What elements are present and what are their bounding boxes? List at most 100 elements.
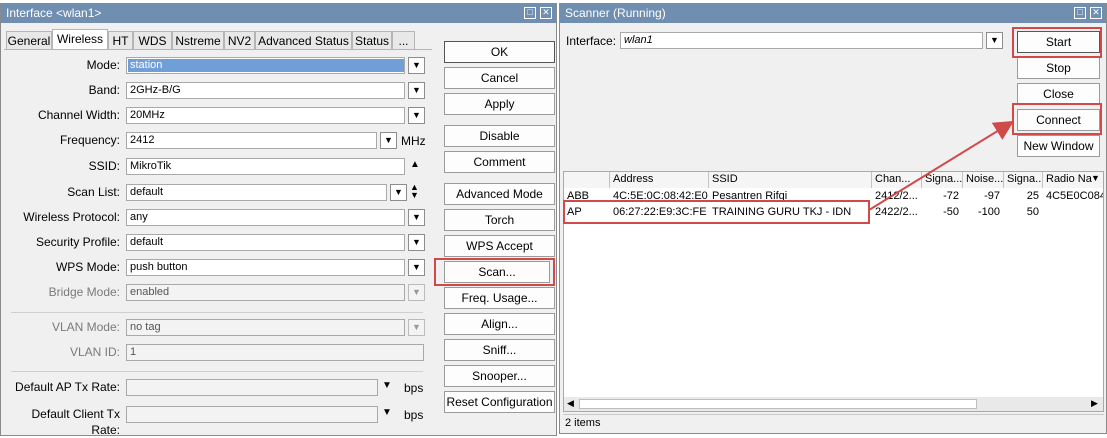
channel-width-dropdown-icon[interactable]: ▼ — [408, 107, 425, 124]
column-menu-icon[interactable]: ▼ — [1091, 173, 1100, 183]
cancel-button[interactable]: Cancel — [444, 67, 555, 89]
cell-signal: -72 — [943, 190, 959, 202]
close-icon[interactable]: ✕ — [1090, 7, 1102, 19]
band-select[interactable]: 2GHz-B/G — [126, 82, 405, 99]
scan-list-updown-icon[interactable]: ▲ ▼ — [410, 183, 419, 200]
frequency-select[interactable]: 2412 — [126, 132, 377, 149]
scroll-left-icon[interactable]: ◀ — [567, 398, 574, 409]
separator-1 — [11, 312, 423, 313]
wps-mode-dropdown-icon[interactable]: ▼ — [408, 259, 425, 276]
frequency-dropdown-icon[interactable]: ▼ — [380, 132, 397, 149]
tab-advanced-status[interactable]: Advanced Status — [255, 31, 352, 50]
vlan-id-input: 1 — [126, 344, 424, 361]
apply-button[interactable]: Apply — [444, 93, 555, 115]
scan-list-select[interactable]: default — [126, 184, 387, 201]
mode-select[interactable]: station — [126, 57, 405, 74]
scanner-window: Scanner (Running) □ ✕ Interface: wlan1 ▼… — [559, 3, 1107, 434]
security-profile-dropdown-icon[interactable]: ▼ — [408, 234, 425, 251]
channel-width-select[interactable]: 20MHz — [126, 107, 405, 124]
interface-select[interactable]: wlan1 — [620, 32, 983, 49]
tab-more[interactable]: ... — [392, 31, 415, 50]
scan-button-highlight — [434, 258, 555, 286]
interface-dropdown-icon[interactable]: ▼ — [986, 32, 1003, 49]
vlan-mode-label: VLAN Mode: — [51, 320, 120, 334]
scanner-window-titlebar[interactable]: Scanner (Running) □ ✕ — [560, 4, 1106, 23]
ok-button[interactable]: OK — [444, 41, 555, 63]
close-icon[interactable]: ✕ — [540, 7, 552, 19]
default-client-tx-rate-input[interactable] — [126, 406, 378, 423]
default-client-tx-rate-label: Default Client Tx Rate: — [31, 407, 120, 437]
frequency-unit: MHz — [401, 134, 426, 148]
tab-wds[interactable]: WDS — [133, 31, 172, 50]
band-dropdown-icon[interactable]: ▼ — [408, 82, 425, 99]
cell-noise: -97 — [984, 190, 1000, 202]
vlan-mode-select: no tag — [126, 319, 405, 336]
maximize-icon[interactable]: □ — [1074, 7, 1086, 19]
comment-button[interactable]: Comment — [444, 151, 555, 173]
tab-general[interactable]: General — [6, 31, 52, 50]
scan-list-dropdown-icon[interactable]: ▼ — [390, 184, 407, 201]
torch-button[interactable]: Torch — [444, 209, 555, 231]
wps-accept-button[interactable]: WPS Accept — [444, 235, 555, 257]
vlan-id-label: VLAN ID: — [69, 345, 120, 359]
cell-channel: 2422/2... — [875, 206, 918, 218]
column-header-signal[interactable]: Signa... — [922, 172, 963, 188]
freq-usage-button[interactable]: Freq. Usage... — [444, 287, 555, 309]
column-header-flags[interactable] — [564, 172, 610, 188]
column-header-snr[interactable]: Signa... — [1004, 172, 1043, 188]
security-profile-select[interactable]: default — [126, 234, 405, 251]
wireless-protocol-select[interactable]: any — [126, 209, 405, 226]
band-label: Band: — [88, 83, 120, 97]
cell-snr: 50 — [1026, 206, 1039, 218]
disable-button[interactable]: Disable — [444, 125, 555, 147]
mode-dropdown-icon[interactable]: ▼ — [408, 57, 425, 74]
tab-status[interactable]: Status — [352, 31, 392, 50]
reset-configuration-button[interactable]: Reset Configuration — [444, 391, 555, 413]
tab-nv2[interactable]: NV2 — [224, 31, 255, 50]
cell-channel: 2412/2... — [875, 190, 918, 202]
connected-row-highlight — [563, 200, 870, 224]
tab-nstreme[interactable]: Nstreme — [172, 31, 224, 50]
cell-radio-name — [1043, 205, 1103, 221]
horizontal-scrollbar[interactable]: ◀ ▶ — [564, 397, 1103, 411]
ssid-collapse-icon[interactable]: ▲ — [410, 159, 420, 170]
status-bar: 2 items — [563, 414, 1104, 431]
window-title: Scanner (Running) — [565, 6, 666, 20]
snooper-button[interactable]: Snooper... — [444, 365, 555, 387]
new-window-button[interactable]: New Window — [1017, 135, 1100, 157]
tab-wireless[interactable]: Wireless — [52, 29, 108, 50]
interface-window-titlebar[interactable]: Interface <wlan1> □ ✕ — [1, 4, 556, 23]
bridge-mode-select: enabled — [126, 284, 405, 301]
default-client-tx-rate-unit: bps — [404, 408, 424, 422]
scrollbar-thumb[interactable] — [579, 399, 977, 409]
default-ap-tx-rate-unit: bps — [404, 381, 424, 395]
wps-mode-select[interactable]: push button — [126, 259, 405, 276]
wireless-protocol-label: Wireless Protocol: — [23, 210, 120, 224]
stop-button[interactable]: Stop — [1017, 57, 1100, 79]
column-header-noise[interactable]: Noise... — [963, 172, 1004, 188]
column-header-ssid[interactable]: SSID — [709, 172, 872, 188]
default-ap-tx-rate-dropdown-icon[interactable]: ▼ — [382, 380, 392, 391]
cell-snr: 25 — [1026, 190, 1039, 202]
mode-label: Mode: — [86, 58, 120, 72]
column-header-channel[interactable]: Chan... — [872, 172, 922, 188]
close-button[interactable]: Close — [1017, 83, 1100, 105]
bridge-mode-dropdown-icon: ▼ — [408, 284, 425, 301]
wireless-protocol-dropdown-icon[interactable]: ▼ — [408, 209, 425, 226]
cell-radio-name: 4C5E0C084 — [1046, 190, 1103, 202]
interface-window: Interface <wlan1> □ ✕ General Wireless H… — [0, 3, 557, 437]
default-ap-tx-rate-input[interactable] — [126, 379, 378, 396]
default-client-tx-rate-dropdown-icon[interactable]: ▼ — [382, 407, 392, 418]
column-header-address[interactable]: Address — [610, 172, 709, 188]
ssid-input[interactable]: MikroTik — [126, 158, 405, 175]
ssid-label: SSID: — [88, 159, 120, 173]
vlan-mode-dropdown-icon: ▼ — [408, 319, 425, 336]
tab-ht[interactable]: HT — [108, 31, 133, 50]
align-button[interactable]: Align... — [444, 313, 555, 335]
advanced-mode-button[interactable]: Advanced Mode — [444, 183, 555, 205]
security-profile-label: Security Profile: — [35, 235, 120, 249]
maximize-icon[interactable]: □ — [524, 7, 536, 19]
scroll-right-icon[interactable]: ▶ — [1091, 398, 1098, 409]
sniff-button[interactable]: Sniff... — [444, 339, 555, 361]
frequency-label: Frequency: — [59, 133, 120, 147]
